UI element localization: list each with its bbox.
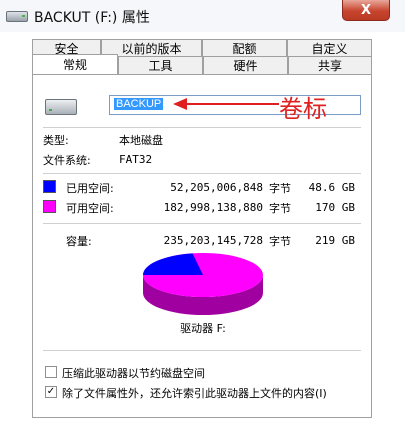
divider: [43, 173, 361, 174]
annotation-arrow-icon: [173, 98, 279, 110]
free-bytes-unit: 字节: [269, 202, 291, 215]
volume-label-value: BACKUP: [114, 98, 164, 110]
free-space-label: 可用空间:: [66, 202, 114, 215]
general-panel: BACKUP 卷标 类型: 本地磁盘 文件系统: FAT32 已用空间: 52,…: [32, 74, 372, 418]
filesystem-value: FAT32: [119, 153, 153, 166]
divider: [43, 223, 361, 224]
annotation-label: 卷标: [279, 95, 327, 123]
hard-drive-icon: [45, 99, 77, 115]
tab-hardware[interactable]: 硬件: [203, 56, 288, 74]
capacity-bytes: 235,203,145,728: [163, 234, 263, 247]
used-color-swatch: [43, 180, 56, 193]
usage-pie-chart: [143, 253, 263, 315]
check-icon: ✓: [46, 386, 56, 397]
compress-label: 压缩此驱动器以节约磁盘空间: [62, 367, 205, 380]
tab-general[interactable]: 常规: [32, 54, 118, 74]
index-checkbox[interactable]: ✓: [45, 386, 57, 398]
close-button[interactable]: X: [342, 0, 390, 21]
window-title: BACKUT (F:) 属性: [34, 10, 150, 26]
pie-used-slice: [143, 253, 203, 275]
used-bytes-unit: 字节: [269, 182, 291, 195]
title-bar: BACKUT (F:) 属性 X: [0, 0, 405, 32]
free-color-swatch: [43, 200, 56, 213]
tab-customize[interactable]: 自定义: [287, 39, 372, 56]
compress-checkbox[interactable]: [45, 366, 57, 378]
used-space-label: 已用空间:: [66, 182, 114, 195]
tab-row-bottom: 常规 工具 硬件 共享: [32, 54, 372, 74]
capacity-bytes-unit: 字节: [269, 235, 291, 248]
capacity-label: 容量:: [66, 235, 92, 248]
free-size: 170 GB: [315, 201, 355, 214]
used-size: 48.6 GB: [308, 181, 355, 194]
tab-sharing[interactable]: 共享: [288, 56, 372, 74]
drive-icon: [6, 11, 28, 22]
drive-letter-label: 驱动器 F:: [180, 322, 226, 335]
tab-tools[interactable]: 工具: [118, 56, 203, 74]
used-bytes: 52,205,006,848: [170, 181, 263, 194]
divider: [43, 127, 361, 128]
filesystem-label: 文件系统:: [43, 154, 91, 167]
index-label: 除了文件属性外，还允许索引此驱动器上文件的内容(I): [62, 387, 327, 400]
type-label: 类型:: [43, 134, 69, 147]
capacity-size: 219 GB: [315, 234, 355, 247]
divider: [43, 350, 361, 351]
free-bytes: 182,998,138,880: [163, 201, 263, 214]
type-value: 本地磁盘: [119, 134, 163, 147]
tab-quota[interactable]: 配额: [202, 39, 287, 56]
